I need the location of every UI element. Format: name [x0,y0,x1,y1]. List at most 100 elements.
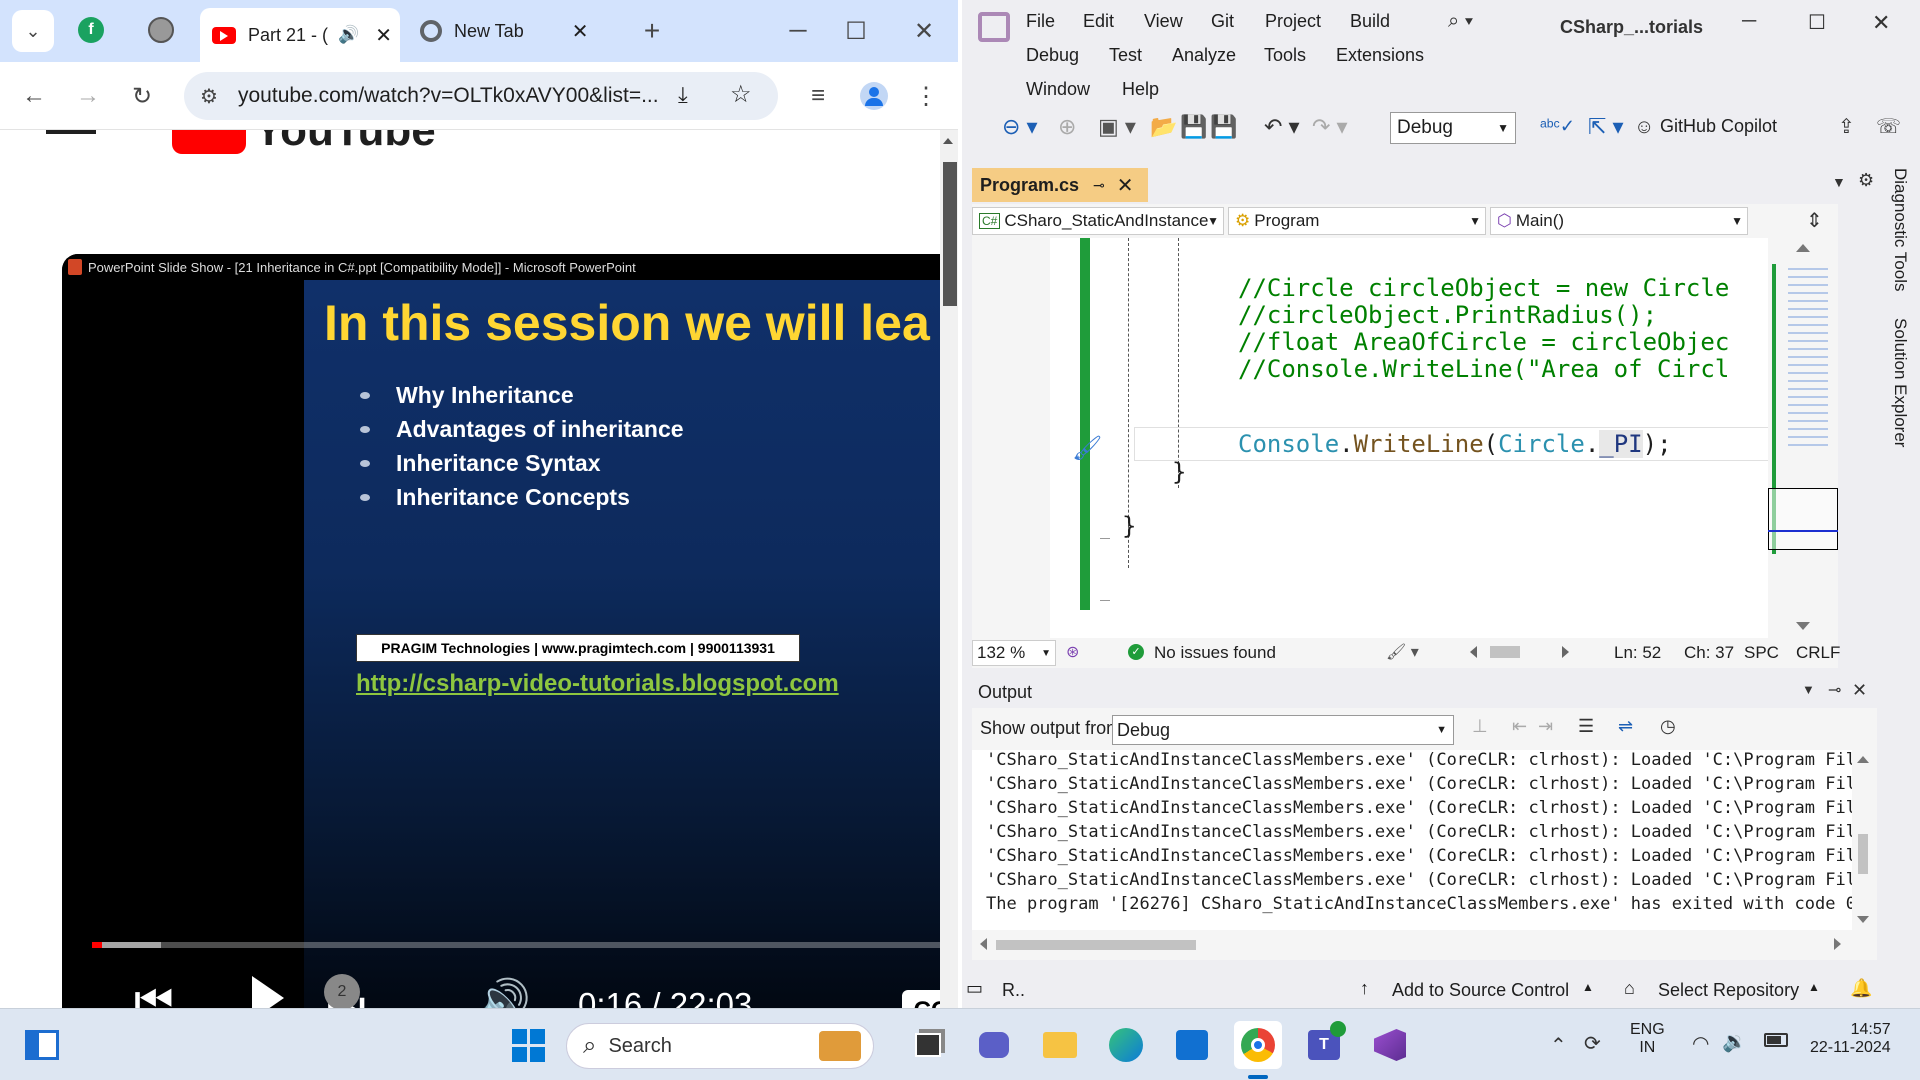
feedback-icon[interactable]: ☏ [1876,114,1901,139]
audio-playing-icon[interactable]: 🔊 [338,25,359,45]
pin-icon[interactable]: ⊸ [1093,177,1105,194]
page-scrollbar[interactable] [940,130,958,1008]
menu-test[interactable]: Test [1109,45,1142,66]
tab-program-cs[interactable]: Program.cs ⊸ ✕ [972,168,1148,202]
menu-debug[interactable]: Debug [1026,45,1079,66]
pinned-tab-icon[interactable]: f [78,17,104,43]
menu-analyze[interactable]: Analyze [1172,45,1236,66]
copilot-label[interactable]: GitHub Copilot [1660,116,1777,137]
menu-tools[interactable]: Tools [1264,45,1306,66]
class-dropdown[interactable]: ⚙ Program ▼ [1228,207,1486,235]
video-player[interactable]: PowerPoint Slide Show - [21 Inheritance … [62,254,940,1008]
open-folder-icon[interactable]: 📂 [1150,114,1177,140]
minimize-icon[interactable]: ─ [778,11,818,51]
add-source-control[interactable]: Add to Source Control [1392,980,1569,1001]
line-ending[interactable]: CRLF [1796,643,1840,663]
youtube-logo-text[interactable]: YouTube [254,130,436,150]
copilot-icon[interactable]: ☺ [1634,116,1654,139]
menu-project[interactable]: Project [1265,11,1321,32]
code-editor[interactable]: //Circle circleObject = new Circle //cir… [972,238,1838,638]
code-cleanup-icon[interactable]: 🖌 ▾ [1386,642,1419,662]
pin-icon[interactable]: ⊸ [1828,680,1841,700]
share-icon[interactable]: ⇪ [1838,114,1855,139]
menu-extensions[interactable]: Extensions [1336,45,1424,66]
menu-file[interactable]: File [1026,11,1055,32]
output-source-dropdown[interactable]: Debug ▼ [1112,715,1454,745]
tab-close-icon[interactable]: ✕ [1117,173,1134,198]
cursor-tool-icon[interactable]: ⇱ ▾ [1588,114,1624,140]
teams-icon[interactable]: T [1300,1021,1348,1069]
tab-close-icon[interactable]: ✕ [375,23,392,48]
clear-all-icon[interactable]: ☰ [1578,716,1594,737]
install-app-icon[interactable]: ⤓ [678,82,688,108]
menu-git[interactable]: Git [1211,11,1234,32]
back-arrow-icon[interactable]: ← [14,76,54,116]
volume-icon[interactable]: 🔊 [476,976,531,1008]
map-scrollbar[interactable] [1768,238,1838,638]
youtube-logo-icon[interactable] [172,130,246,154]
configuration-dropdown[interactable]: Debug ▼ [1390,112,1516,144]
whitespace-mode[interactable]: SPC [1744,643,1779,663]
chevron-up-icon[interactable]: ⌃ [1550,1033,1567,1058]
scroll-down-arrow-icon[interactable] [1796,622,1810,630]
forward-arrow-icon[interactable]: → [68,76,108,116]
clock[interactable]: 14:57 22-11-2024 [1810,1021,1891,1057]
navigate-forward-icon[interactable]: ⊕ [1058,114,1076,140]
minimize-icon[interactable]: ─ [1742,10,1756,33]
save-all-icon[interactable]: 💾 [1210,114,1237,140]
new-project-icon[interactable]: ▣ ▾ [1098,114,1136,140]
maximize-icon[interactable]: ☐ [1808,10,1826,35]
scroll-thumb[interactable] [943,162,957,306]
previous-icon[interactable]: ⏮ [134,976,174,1008]
scroll-right-arrow-icon[interactable] [1834,938,1841,950]
issues-text[interactable]: No issues found [1154,643,1276,663]
store-icon[interactable] [1168,1021,1216,1069]
scroll-right-arrow-icon[interactable] [1562,646,1569,658]
close-window-icon[interactable]: ✕ [1872,10,1890,36]
scroll-left-arrow-icon[interactable] [980,938,987,950]
address-bar[interactable]: ⚙ youtube.com/watch?v=OLTk0xAVY00&list=.… [184,72,778,120]
settings-gear-icon[interactable]: ⚙ [1858,170,1874,191]
diagnostic-tools-tab[interactable]: Diagnostic Tools [1890,168,1910,291]
visual-studio-taskbar-icon[interactable] [1366,1021,1414,1069]
redo-icon[interactable]: ↷ ▾ [1312,114,1348,140]
scroll-up-arrow-icon[interactable] [1796,244,1810,252]
new-tab-plus-icon[interactable]: + [632,11,672,51]
navigate-back-icon[interactable]: ⊖ ▾ [1002,114,1038,140]
output-vscrollbar[interactable] [1852,750,1874,930]
column-number[interactable]: Ch: 37 [1684,643,1734,663]
scroll-thumb[interactable] [996,940,1196,950]
timestamp-clock-icon[interactable]: ◷ [1660,716,1676,737]
horizontal-scroll-thumb[interactable] [1490,646,1520,658]
captions-button[interactable]: CC [902,990,940,1008]
tab-new-tab[interactable]: New Tab ✕ [420,10,620,52]
scroll-left-arrow-icon[interactable] [1470,646,1477,658]
tab-overflow-icon[interactable]: ▼ [1832,174,1846,190]
profile-avatar-icon[interactable] [860,82,888,110]
site-info-icon[interactable]: ⚙ [200,84,218,109]
search-icon[interactable]: ⌕ ▾ [1448,10,1473,33]
teams-meet-icon[interactable] [970,1021,1018,1069]
member-dropdown[interactable]: ⬡ Main() ▼ [1490,207,1748,235]
quick-actions-brush-icon[interactable]: 🖌 [1072,434,1102,463]
bookmark-star-icon[interactable]: ☆ [730,80,752,109]
taskbar-search-box[interactable]: ⌕ Search [566,1023,874,1069]
battery-icon[interactable] [1764,1033,1788,1047]
maximize-icon[interactable]: ☐ [836,11,876,51]
menu-window[interactable]: Window [1026,79,1090,100]
edge-icon[interactable] [1102,1021,1150,1069]
media-controls-icon[interactable]: ≡ [798,76,838,116]
output-text[interactable]: 'CSharo_StaticAndInstanceClassMembers.ex… [972,750,1852,930]
task-view-icon[interactable] [904,1021,952,1069]
select-repository[interactable]: Select Repository [1658,980,1799,1001]
notification-bubble-icon[interactable]: ▭ [966,978,983,999]
dropdown-icon[interactable]: ▼ [1802,682,1815,697]
spell-check-icon[interactable]: ᵃᵇᶜ✓ [1540,116,1575,137]
file-explorer-icon[interactable] [1036,1021,1084,1069]
split-editor-icon[interactable]: ⇕ [1806,208,1823,233]
reload-icon[interactable]: ↻ [122,76,162,116]
scroll-up-arrow-icon[interactable] [1857,756,1869,763]
solution-explorer-tab[interactable]: Solution Explorer [1890,318,1910,447]
scroll-down-arrow-icon[interactable] [1857,916,1869,923]
scroll-thumb[interactable] [1858,834,1868,874]
